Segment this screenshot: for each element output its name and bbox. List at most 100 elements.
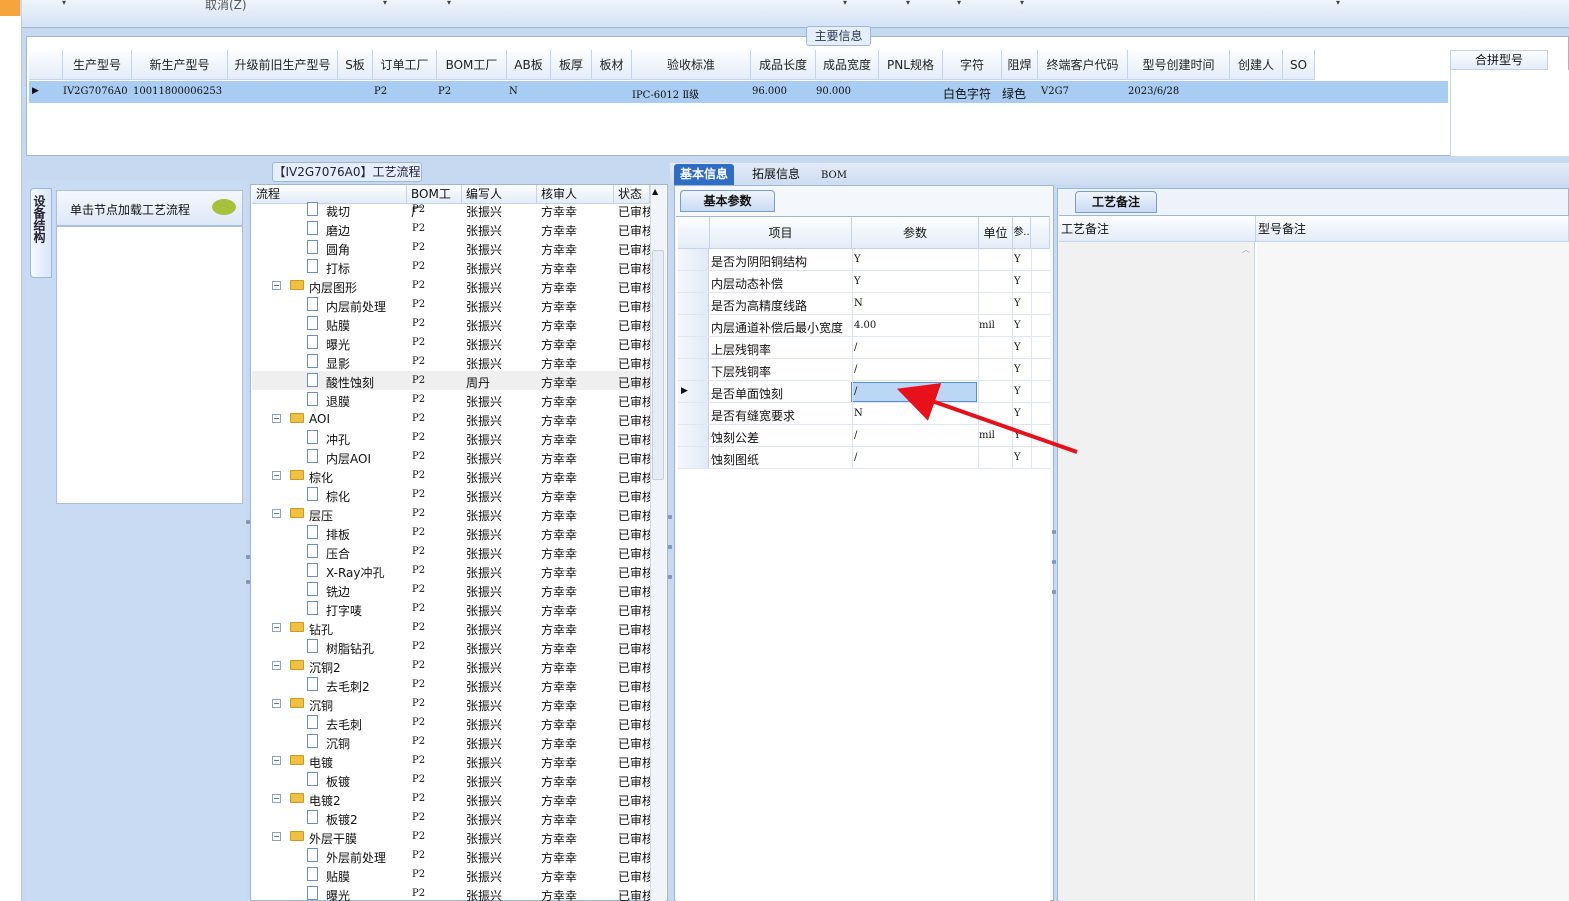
process-tree-row[interactable]: 沉铜 P2 张振兴 方幸幸 已审核 xyxy=(252,732,650,751)
process-tree-row[interactable]: 打字唛 P2 张振兴 方幸幸 已审核 xyxy=(252,599,650,618)
process-name: 铣边 xyxy=(326,585,351,599)
expand-toggle-icon[interactable]: − xyxy=(272,623,281,632)
process-reviewer: 方幸幸 xyxy=(541,699,578,713)
process-reviewer: 方幸幸 xyxy=(541,851,578,865)
param-row[interactable]: ▶ 是否单面蚀刻 / Y xyxy=(678,381,1050,403)
process-tree-row[interactable]: 酸性蚀刻 P2 周丹 方幸幸 已审核 xyxy=(252,371,650,390)
process-name: 棕化 xyxy=(309,471,334,485)
process-tree-row[interactable]: 退膜 P2 张振兴 方幸幸 已审核 xyxy=(252,390,650,409)
expand-toggle-icon[interactable]: − xyxy=(272,699,281,708)
splitter-grip-icon[interactable] xyxy=(1052,530,1056,534)
param-row[interactable]: 内层通道补偿后最小宽度 4.00 mil Y xyxy=(678,315,1050,337)
expand-toggle-icon[interactable]: − xyxy=(272,794,281,803)
basic-params-tab[interactable]: 基本参数 xyxy=(680,190,775,212)
row-pointer-icon: ▶ xyxy=(681,386,688,396)
process-remark-tab[interactable]: 工艺备注 xyxy=(1075,191,1157,213)
remark-scroll-up-icon[interactable]: ︿ xyxy=(1242,244,1250,255)
process-tree-row[interactable]: − 钻孔 P2 张振兴 方幸幸 已审核 xyxy=(252,618,650,637)
expand-toggle-icon[interactable]: − xyxy=(272,509,281,518)
process-reviewer: 方幸幸 xyxy=(541,224,578,238)
expand-toggle-icon[interactable]: − xyxy=(272,471,281,480)
scroll-up-icon[interactable]: ▲ xyxy=(652,187,658,196)
model-remark-body[interactable] xyxy=(1257,242,1569,901)
process-tree-row[interactable]: − 电镀2 P2 张振兴 方幸幸 已审核 xyxy=(252,789,650,808)
process-tree-row[interactable]: − 沉铜 P2 张振兴 方幸幸 已审核 xyxy=(252,694,650,713)
process-tree-row[interactable]: 去毛刺 P2 张振兴 方幸幸 已审核 xyxy=(252,713,650,732)
param-row[interactable]: 是否为阴阳铜结构 Y Y xyxy=(678,249,1050,271)
dropdown-arrow-icon[interactable]: ▾ xyxy=(1336,0,1340,7)
expand-toggle-icon[interactable]: − xyxy=(272,832,281,841)
tab-bom[interactable]: BOM xyxy=(815,166,853,187)
splitter-grip-icon[interactable] xyxy=(246,520,250,524)
process-tree-row[interactable]: 裁切 P2 张振兴 方幸幸 已审核 xyxy=(252,200,650,219)
dropdown-arrow-icon[interactable]: ▾ xyxy=(957,0,961,7)
process-tree-row[interactable]: − 层压 P2 张振兴 方幸幸 已审核 xyxy=(252,504,650,523)
process-tree-row[interactable]: 铣边 P2 张振兴 方幸幸 已审核 xyxy=(252,580,650,599)
process-scroll-thumb[interactable] xyxy=(652,250,664,480)
process-tree-row[interactable]: 板镀2 P2 张振兴 方幸幸 已审核 xyxy=(252,808,650,827)
process-tree-row[interactable]: 压合 P2 张振兴 方幸幸 已审核 xyxy=(252,542,650,561)
main-info-row[interactable] xyxy=(29,81,1448,103)
param-value[interactable]: / xyxy=(854,452,977,473)
process-tree-row[interactable]: 板镀 P2 张振兴 方幸幸 已审核 xyxy=(252,770,650,789)
splitter-grip-icon[interactable] xyxy=(668,515,672,519)
param-row[interactable]: 蚀刻公差 / mil Y xyxy=(678,425,1050,447)
process-tree-row[interactable]: − 内层图形 P2 张振兴 方幸幸 已审核 xyxy=(252,276,650,295)
splitter-grip-icon[interactable] xyxy=(1052,560,1056,564)
dropdown-arrow-icon[interactable]: ▾ xyxy=(447,0,451,7)
dropdown-arrow-icon[interactable]: ▾ xyxy=(843,0,847,7)
splitter-grip-icon[interactable] xyxy=(1052,590,1056,594)
process-tree-row[interactable]: 磨边 P2 张振兴 方幸幸 已审核 xyxy=(252,219,650,238)
dropdown-arrow-icon[interactable]: ▾ xyxy=(383,0,387,7)
process-tree-row[interactable]: 贴膜 P2 张振兴 方幸幸 已审核 xyxy=(252,314,650,333)
process-name: 树脂钻孔 xyxy=(326,642,375,656)
process-status: 已审核 xyxy=(618,604,650,618)
process-tree-row[interactable]: 内层前处理 P2 张振兴 方幸幸 已审核 xyxy=(252,295,650,314)
process-tree-row[interactable]: 外层前处理 P2 张振兴 方幸幸 已审核 xyxy=(252,846,650,865)
expand-toggle-icon[interactable]: − xyxy=(272,756,281,765)
process-tree-row[interactable]: 显影 P2 张振兴 方幸幸 已审核 xyxy=(252,352,650,371)
param-row[interactable]: 是否有缝宽要求 N Y xyxy=(678,403,1050,425)
splitter-grip-icon[interactable] xyxy=(246,580,250,584)
process-reviewer: 方幸幸 xyxy=(541,585,578,599)
process-tree-row[interactable]: 贴膜 P2 张振兴 方幸幸 已审核 xyxy=(252,865,650,884)
process-tree-row[interactable]: 打标 P2 张振兴 方幸幸 已审核 xyxy=(252,257,650,276)
expand-toggle-icon[interactable]: − xyxy=(272,661,281,670)
process-name: 电镀 xyxy=(309,756,334,770)
process-tree-row[interactable]: − 沉铜2 P2 张振兴 方幸幸 已审核 xyxy=(252,656,650,675)
process-tree-row[interactable]: 曝光 P2 张振兴 方幸幸 已审核 xyxy=(252,884,650,901)
process-tree-row[interactable]: X-Ray冲孔 P2 张振兴 方幸幸 已审核 xyxy=(252,561,650,580)
splitter-grip-icon[interactable] xyxy=(668,545,672,549)
process-remark-body[interactable] xyxy=(1059,242,1255,901)
dropdown-arrow-icon[interactable]: ▾ xyxy=(1020,0,1024,7)
process-tree-row[interactable]: 曝光 P2 张振兴 方幸幸 已审核 xyxy=(252,333,650,352)
param-row[interactable]: 内层动态补偿 Y Y xyxy=(678,271,1050,293)
expand-toggle-icon[interactable]: − xyxy=(272,281,281,290)
tab-basic-info[interactable]: 基本信息 xyxy=(674,164,735,185)
process-bom-factory: P2 xyxy=(412,508,426,519)
param-row[interactable]: 是否为高精度线路 N Y xyxy=(678,293,1050,315)
dropdown-arrow-icon[interactable]: ▾ xyxy=(906,0,910,7)
process-tree-row[interactable]: 棕化 P2 张振兴 方幸幸 已审核 xyxy=(252,485,650,504)
process-tree-row[interactable]: − 电镀 P2 张振兴 方幸幸 已审核 xyxy=(252,751,650,770)
process-tree-row[interactable]: 树脂钻孔 P2 张振兴 方幸幸 已审核 xyxy=(252,637,650,656)
param-row[interactable]: 下层残铜率 / Y xyxy=(678,359,1050,381)
process-tree-row[interactable]: 内层AOI P2 张振兴 方幸幸 已审核 xyxy=(252,447,650,466)
cancel-button[interactable]: 取消(Z) xyxy=(205,0,247,13)
process-status: 已审核 xyxy=(618,813,650,827)
param-row[interactable]: 蚀刻图纸 / Y xyxy=(678,447,1050,469)
splitter-grip-icon[interactable] xyxy=(668,575,672,579)
dropdown-arrow-icon[interactable]: ▾ xyxy=(62,0,66,7)
process-tree-row[interactable]: − 外层干膜 P2 张振兴 方幸幸 已审核 xyxy=(252,827,650,846)
splitter-grip-icon[interactable] xyxy=(246,555,250,559)
param-row[interactable]: 上层残铜率 / Y xyxy=(678,337,1050,359)
device-tree[interactable] xyxy=(56,226,243,504)
tab-extended-info[interactable]: 拓展信息 xyxy=(746,164,806,185)
process-tree-row[interactable]: 冲孔 P2 张振兴 方幸幸 已审核 xyxy=(252,428,650,447)
process-tree-row[interactable]: − 棕化 P2 张振兴 方幸幸 已审核 xyxy=(252,466,650,485)
process-tree-row[interactable]: 排板 P2 张振兴 方幸幸 已审核 xyxy=(252,523,650,542)
process-tree-row[interactable]: − AOI P2 张振兴 方幸幸 已审核 xyxy=(252,409,650,428)
process-tree-row[interactable]: 去毛刺2 P2 张振兴 方幸幸 已审核 xyxy=(252,675,650,694)
process-tree-row[interactable]: 圆角 P2 张振兴 方幸幸 已审核 xyxy=(252,238,650,257)
expand-toggle-icon[interactable]: − xyxy=(272,414,281,423)
